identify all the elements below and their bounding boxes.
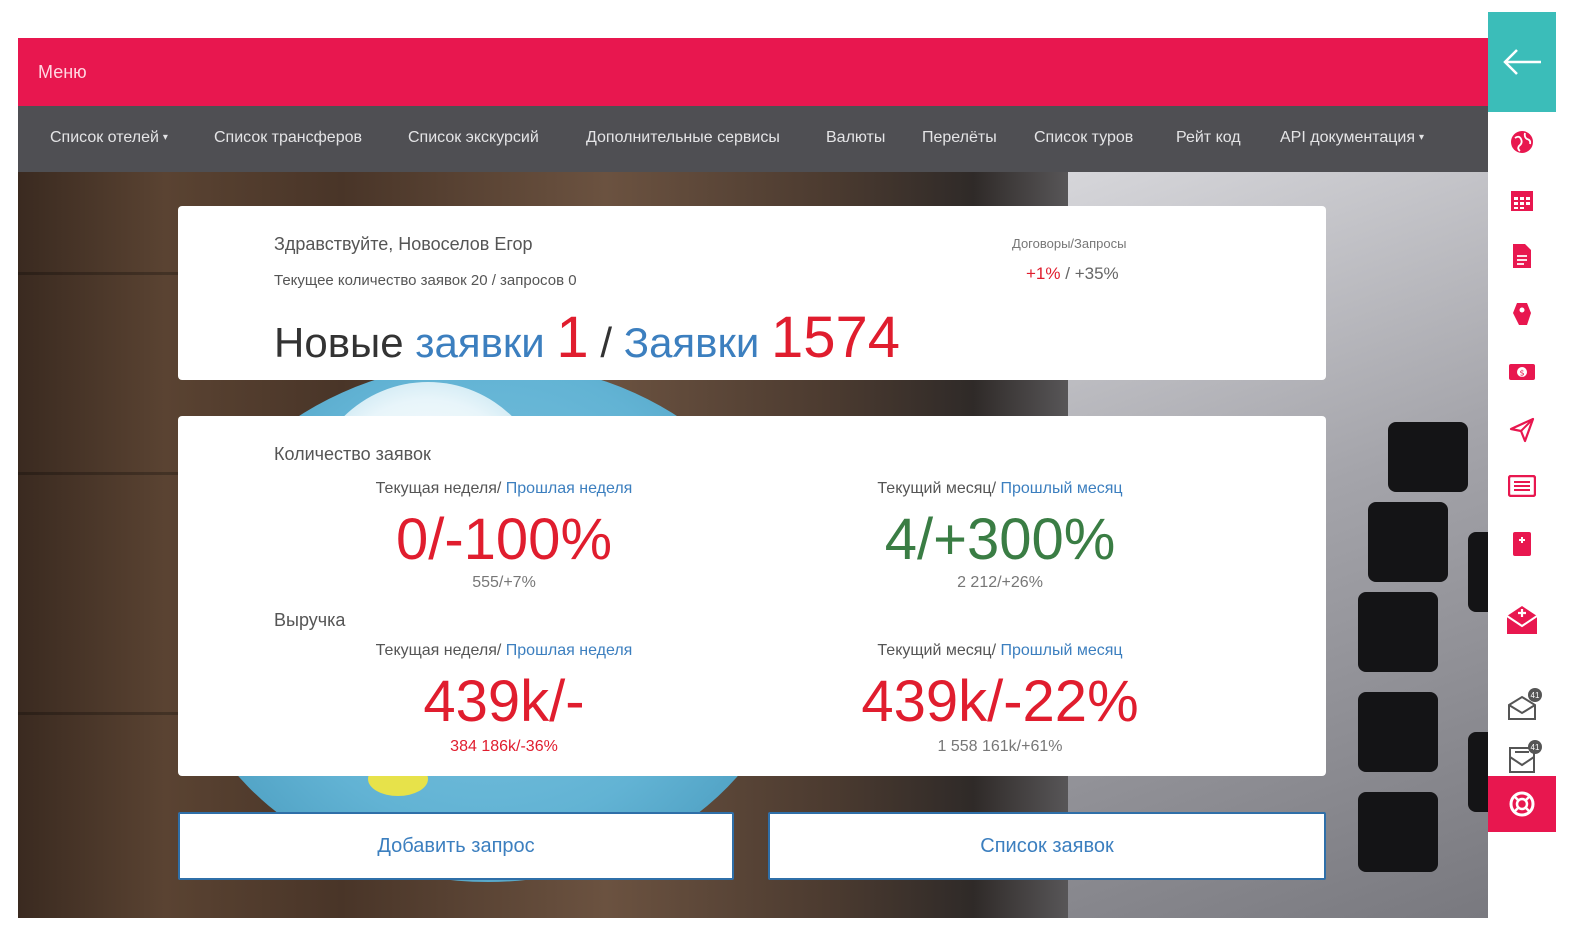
requests-headline: Новые заявки 1 / Заявки 1574 — [274, 304, 900, 371]
document-icon[interactable] — [1488, 228, 1556, 284]
headline-separator: / — [600, 319, 613, 366]
current-count: Текущее количество заявок 20 / запросов … — [274, 272, 577, 289]
contracts-label: Договоры/Запросы — [1012, 236, 1127, 251]
menu-title[interactable]: Меню — [38, 62, 87, 83]
greeting: Здравствуйте, Новоселов Егор — [274, 234, 533, 254]
prev-month-link[interactable]: Прошлый месяц — [1000, 642, 1122, 659]
all-requests-link[interactable]: Заявки — [624, 319, 760, 366]
caret-down-icon: ▾ — [1419, 132, 1425, 143]
right-sidebar: $ 41 41 — [1488, 12, 1556, 939]
stats-card: Количество заявок Текущая неделя/ Прошла… — [178, 416, 1326, 776]
key-shape — [1358, 792, 1438, 872]
count-month-value: 4/+300% — [884, 507, 1116, 572]
contracts-pct: +1% — [1026, 264, 1061, 283]
nav-item-excursions[interactable]: Список экскурсий — [408, 129, 539, 147]
key-shape — [1358, 592, 1438, 672]
key-shape — [1358, 692, 1438, 772]
prev-week-link[interactable]: Прошлая неделя — [506, 480, 633, 497]
revenue-month-value: 439k/-22% — [861, 669, 1139, 734]
week-period-label: Текущая неделя/ Прошлая неделя — [375, 480, 633, 497]
nav-item-rate-code[interactable]: Рейт код — [1176, 129, 1241, 147]
nav-item-flights[interactable]: Перелёты — [922, 129, 997, 147]
requests-pct: +35% — [1074, 264, 1119, 283]
plane-icon[interactable] — [1488, 402, 1556, 458]
key-shape — [1468, 732, 1488, 812]
new-requests-count: 1 — [556, 305, 589, 370]
count-week-sub: 555/+7% — [472, 574, 536, 591]
calendar-icon[interactable] — [1488, 172, 1556, 228]
prev-month-link[interactable]: Прошлый месяц — [1000, 480, 1122, 497]
month-period-label: Текущий месяц/ Прошлый месяц — [877, 480, 1123, 497]
revenue-month-sub: 1 558 161k/+61% — [937, 738, 1063, 755]
nav-item-hotels[interactable]: Список отелей ▾ — [50, 129, 168, 147]
month-period-label: Текущий месяц/ Прошлый месяц — [877, 642, 1123, 659]
add-request-button[interactable]: Добавить запрос — [178, 812, 734, 880]
revenue-week-value: 439k/- — [423, 669, 585, 734]
book-icon[interactable] — [1488, 516, 1556, 572]
new-word: Новые — [274, 319, 404, 366]
nav-item-api-docs[interactable]: API документация ▾ — [1280, 129, 1424, 147]
request-list-button[interactable]: Список заявок — [768, 812, 1326, 880]
money-icon[interactable]: $ — [1488, 344, 1556, 400]
key-shape — [1388, 422, 1468, 492]
inbox-badge: 41 — [1528, 740, 1542, 754]
back-arrow-icon[interactable] — [1488, 12, 1556, 112]
globe-icon[interactable] — [1488, 114, 1556, 170]
week-period-label: Текущая неделя/ Прошлая неделя — [375, 642, 633, 659]
count-section-label: Количество заявок — [274, 444, 431, 464]
count-month-sub: 2 212/+26% — [957, 574, 1043, 591]
svg-text:$: $ — [1519, 369, 1524, 378]
lifebuoy-icon[interactable] — [1488, 776, 1556, 832]
all-requests-count: 1574 — [771, 305, 901, 370]
caret-down-icon: ▾ — [162, 132, 168, 143]
contracts-values: +1% / +35% — [1026, 264, 1119, 284]
main-nav: Список отелей ▾ Список трансферов Список … — [18, 106, 1488, 172]
nav-item-transfers[interactable]: Список трансферов — [214, 129, 362, 147]
key-shape — [1368, 502, 1448, 582]
nav-item-currencies[interactable]: Валюты — [826, 129, 885, 147]
mail-add-icon[interactable] — [1488, 592, 1556, 648]
summary-card: Здравствуйте, Новоселов Егор Текущее кол… — [178, 206, 1326, 380]
hero-background: Здравствуйте, Новоселов Егор Текущее кол… — [18, 172, 1488, 918]
contracts-sep: / — [1065, 264, 1070, 283]
revenue-week-sub: 384 186k/-36% — [450, 738, 558, 755]
new-requests-link[interactable]: заявки — [415, 319, 545, 366]
outbox-badge: 41 — [1528, 688, 1542, 702]
tag-icon[interactable] — [1488, 286, 1556, 342]
count-week-value: 0/-100% — [395, 507, 613, 572]
prev-week-link[interactable]: Прошлая неделя — [506, 642, 633, 659]
key-shape — [1468, 532, 1488, 612]
nav-item-tours[interactable]: Список туров — [1034, 129, 1133, 147]
mail-outbox-icon[interactable]: 41 — [1488, 680, 1556, 736]
revenue-section-label: Выручка — [274, 610, 346, 630]
top-bar: Меню — [18, 38, 1488, 106]
catalog-icon[interactable] — [1488, 458, 1556, 514]
nav-item-services[interactable]: Дополнительные сервисы — [586, 129, 780, 147]
page: Меню Список отелей ▾ Список трансферов Сп… — [18, 38, 1488, 918]
